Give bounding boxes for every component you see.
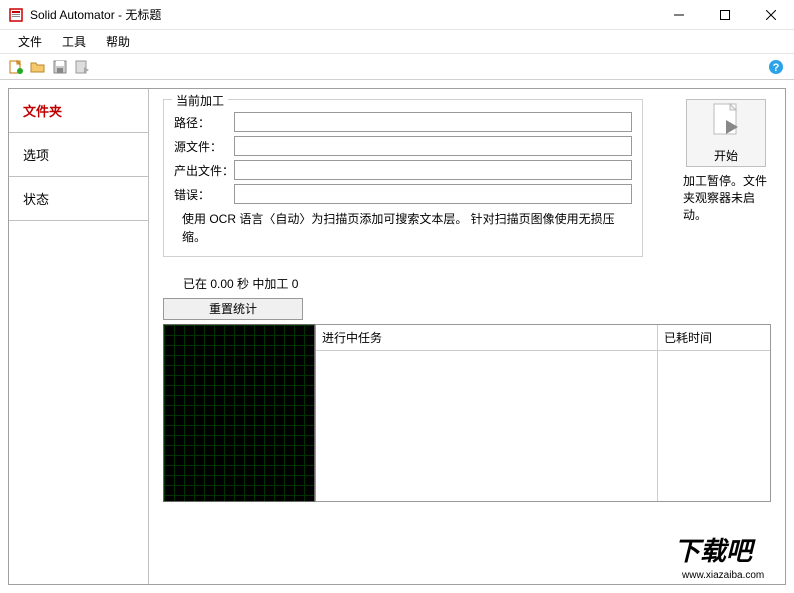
open-icon[interactable] [28,57,48,77]
main-panel: 当前加工 路径： 源文件： 产出文件： 错误： 使用 OCR 语言〈自动 [149,89,785,584]
source-input[interactable] [234,136,632,156]
time-column: 已耗时间 [658,325,770,501]
processing-description: 使用 OCR 语言〈自动〉为扫描页添加可搜索文本层。 针对扫描页图像使用无损压缩… [182,210,632,246]
current-processing-group: 当前加工 路径： 源文件： 产出文件： 错误： 使用 OCR 语言〈自动 [163,99,643,257]
window-controls [656,0,794,29]
task-table: 进行中任务 已耗时间 [315,324,771,502]
error-label: 错误： [174,186,234,203]
titlebar: Solid Automator - 无标题 [0,0,794,30]
start-button-label: 开始 [714,147,738,164]
output-input[interactable] [234,160,632,180]
activity-graph [163,324,315,502]
menubar: 文件 工具 帮助 [0,30,794,54]
maximize-button[interactable] [702,0,748,30]
help-icon[interactable]: ? [766,57,786,77]
path-label: 路径： [174,114,234,131]
task-column: 进行中任务 [316,325,658,501]
stats-summary: 已在 0.00 秒 中加工 0 [183,275,771,292]
save-as-icon[interactable] [72,57,92,77]
source-label: 源文件： [174,138,234,155]
group-legend: 当前加工 [172,92,228,109]
app-icon [8,7,24,23]
error-input[interactable] [234,184,632,204]
inner-frame: 文件夹 选项 状态 当前加工 路径： 源文件： 产出文件： [8,88,786,585]
minimize-button[interactable] [656,0,702,30]
save-icon[interactable] [50,57,70,77]
path-input[interactable] [234,112,632,132]
task-column-header: 进行中任务 [316,325,657,351]
graph-grid [164,325,314,501]
close-button[interactable] [748,0,794,30]
sidebar-item-options[interactable]: 选项 [9,133,148,177]
sidebar-item-folder[interactable]: 文件夹 [9,89,148,133]
start-panel: 开始 加工暂停。文件夹观察器未启动。 [681,99,771,223]
menu-tools[interactable]: 工具 [52,30,96,53]
content-area: 文件夹 选项 状态 当前加工 路径： 源文件： 产出文件： [0,80,794,593]
bottom-area: 进行中任务 已耗时间 [163,324,771,502]
play-document-icon [710,102,742,143]
window-title: Solid Automator - 无标题 [30,6,656,23]
new-icon[interactable] [6,57,26,77]
svg-text:?: ? [773,62,780,74]
toolbar: ? [0,54,794,80]
sidebar-item-status[interactable]: 状态 [9,177,148,221]
start-status-text: 加工暂停。文件夹观察器未启动。 [681,173,771,223]
menu-file[interactable]: 文件 [8,30,52,53]
reset-stats-button[interactable]: 重置统计 [163,298,303,320]
time-column-header: 已耗时间 [658,325,770,351]
menu-help[interactable]: 帮助 [96,30,140,53]
output-label: 产出文件： [174,162,234,179]
start-button[interactable]: 开始 [686,99,766,167]
sidebar: 文件夹 选项 状态 [9,89,149,584]
